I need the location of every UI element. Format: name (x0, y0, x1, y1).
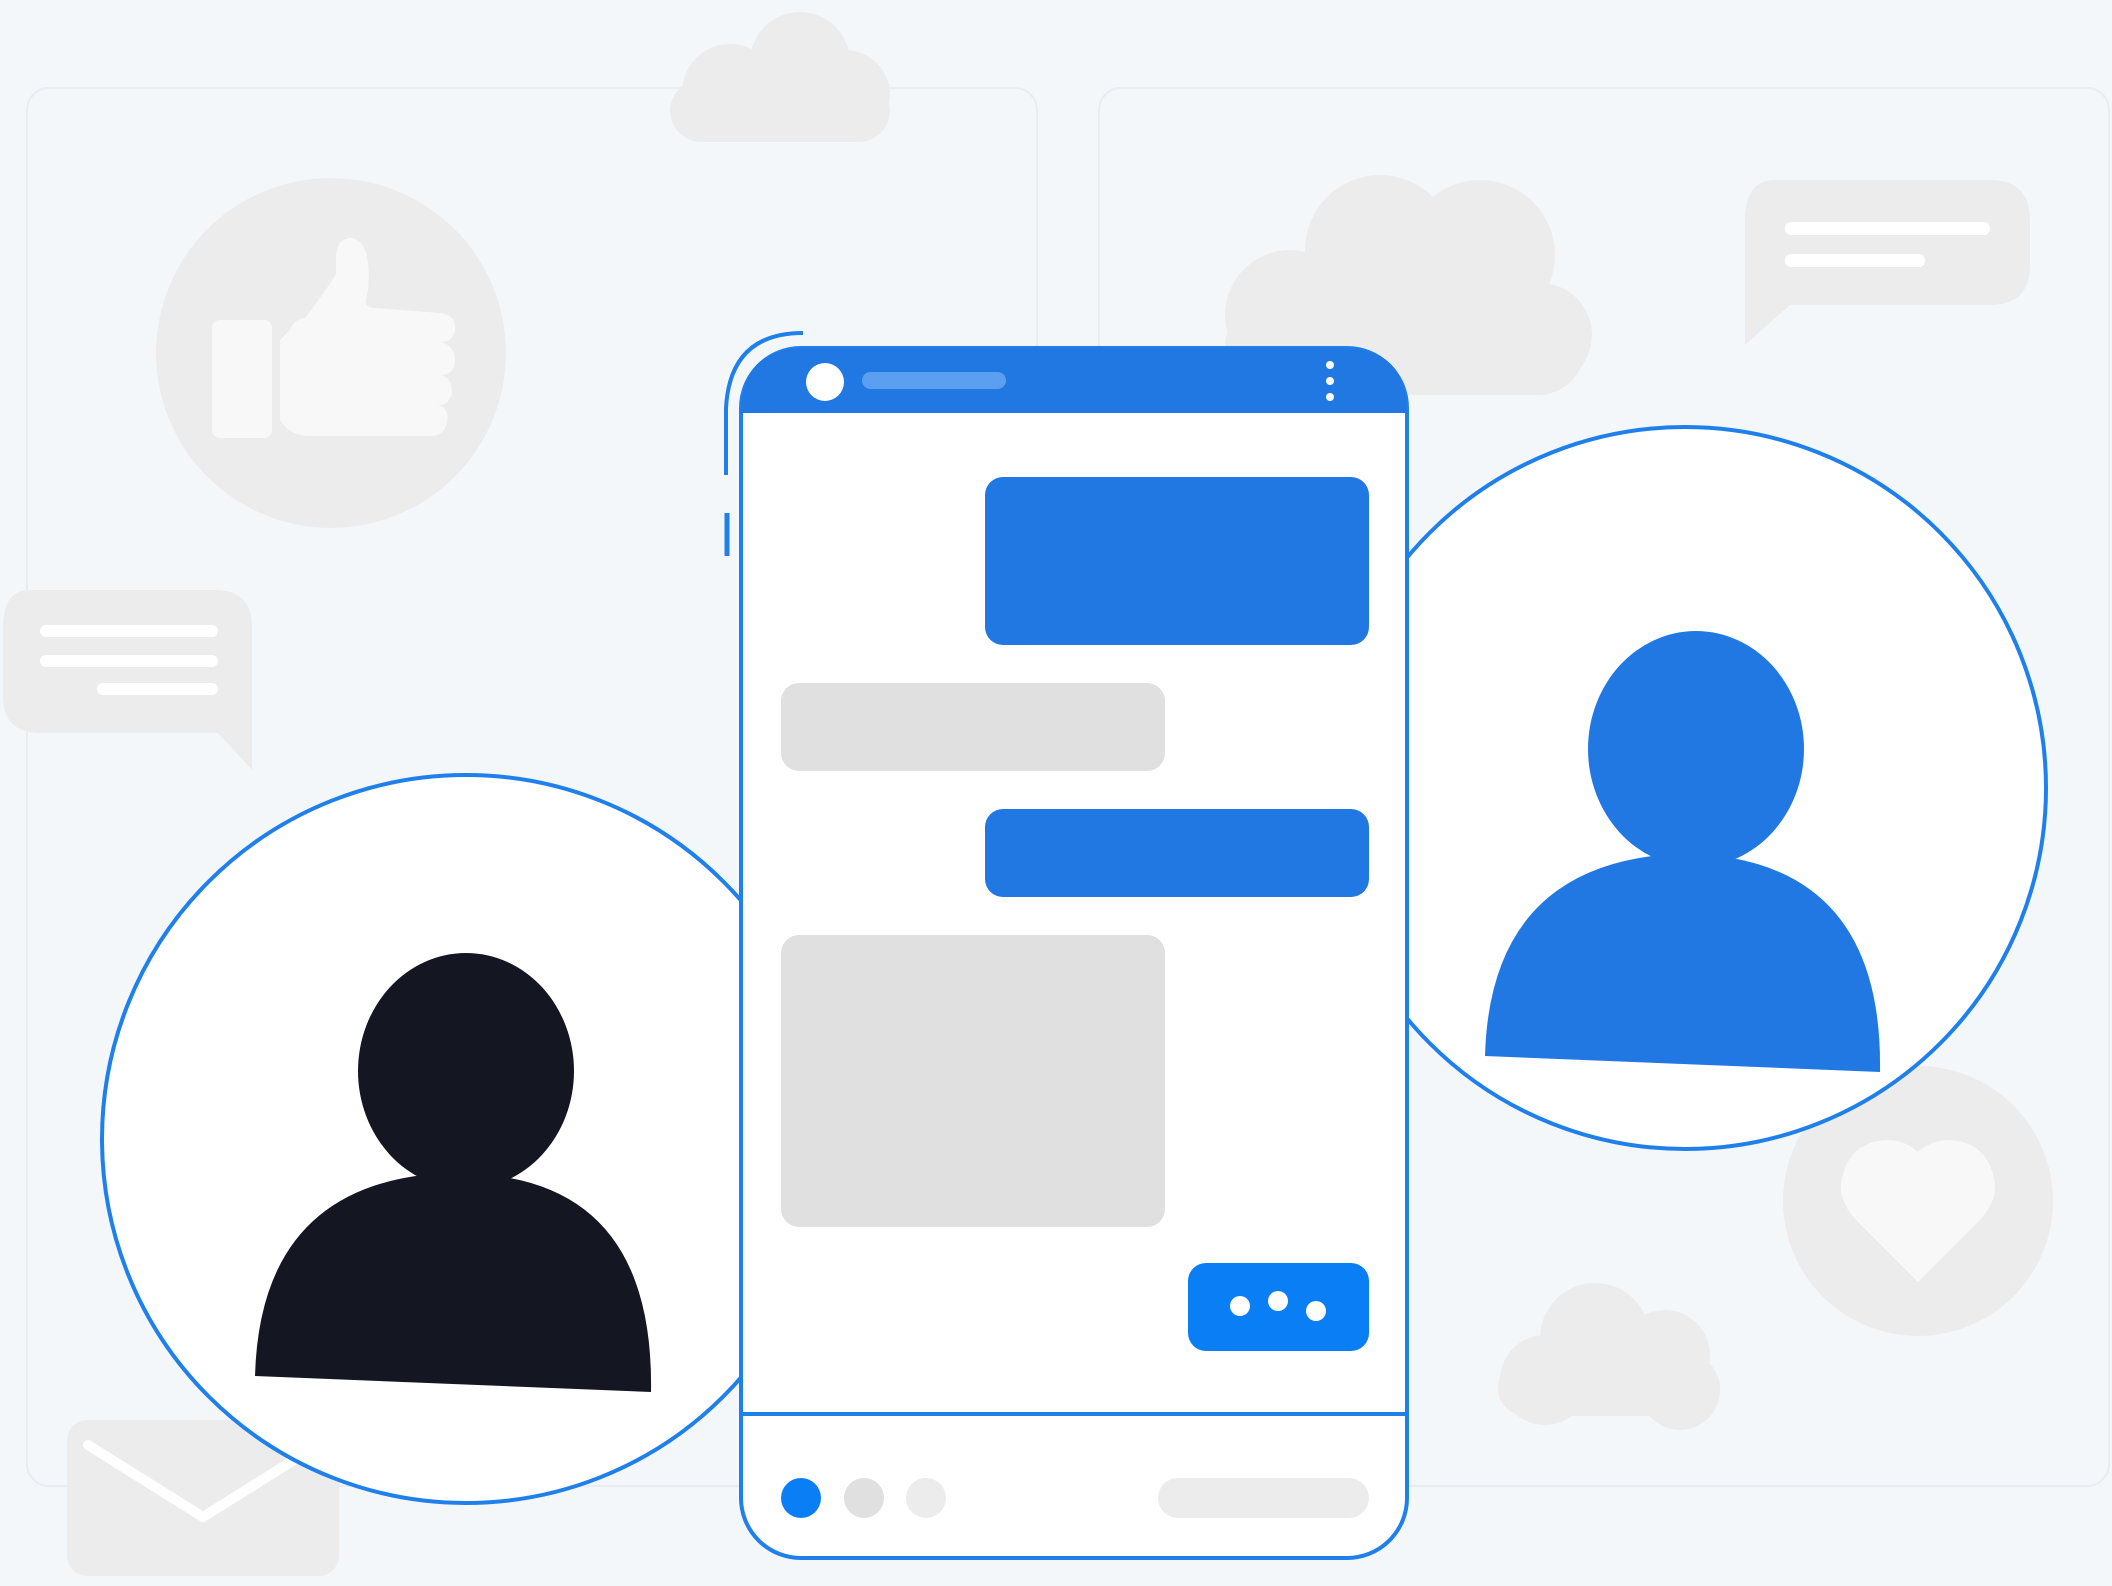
thumbs-up-icon (156, 178, 506, 528)
avatar-head (358, 953, 574, 1189)
footer-dot[interactable] (906, 1478, 946, 1518)
avatar-dot-icon[interactable] (806, 363, 844, 401)
avatar-left (100, 773, 832, 1505)
message-bubble-incoming (781, 683, 1165, 771)
illustration-canvas (0, 0, 2112, 1586)
message-bubble-incoming (781, 935, 1165, 1227)
avatar-right (1322, 425, 2048, 1151)
header-title-placeholder (862, 372, 1006, 389)
message-bubble-outgoing (985, 809, 1369, 897)
message-bubble-outgoing (985, 477, 1369, 645)
footer-dot[interactable] (844, 1478, 884, 1518)
phone-mockup (724, 331, 1409, 1560)
more-vertical-icon[interactable] (1326, 361, 1334, 401)
footer-dot-active[interactable] (781, 1478, 821, 1518)
avatar-head (1588, 631, 1804, 867)
typing-indicator (1188, 1263, 1369, 1351)
message-input-pill[interactable] (1158, 1478, 1369, 1518)
